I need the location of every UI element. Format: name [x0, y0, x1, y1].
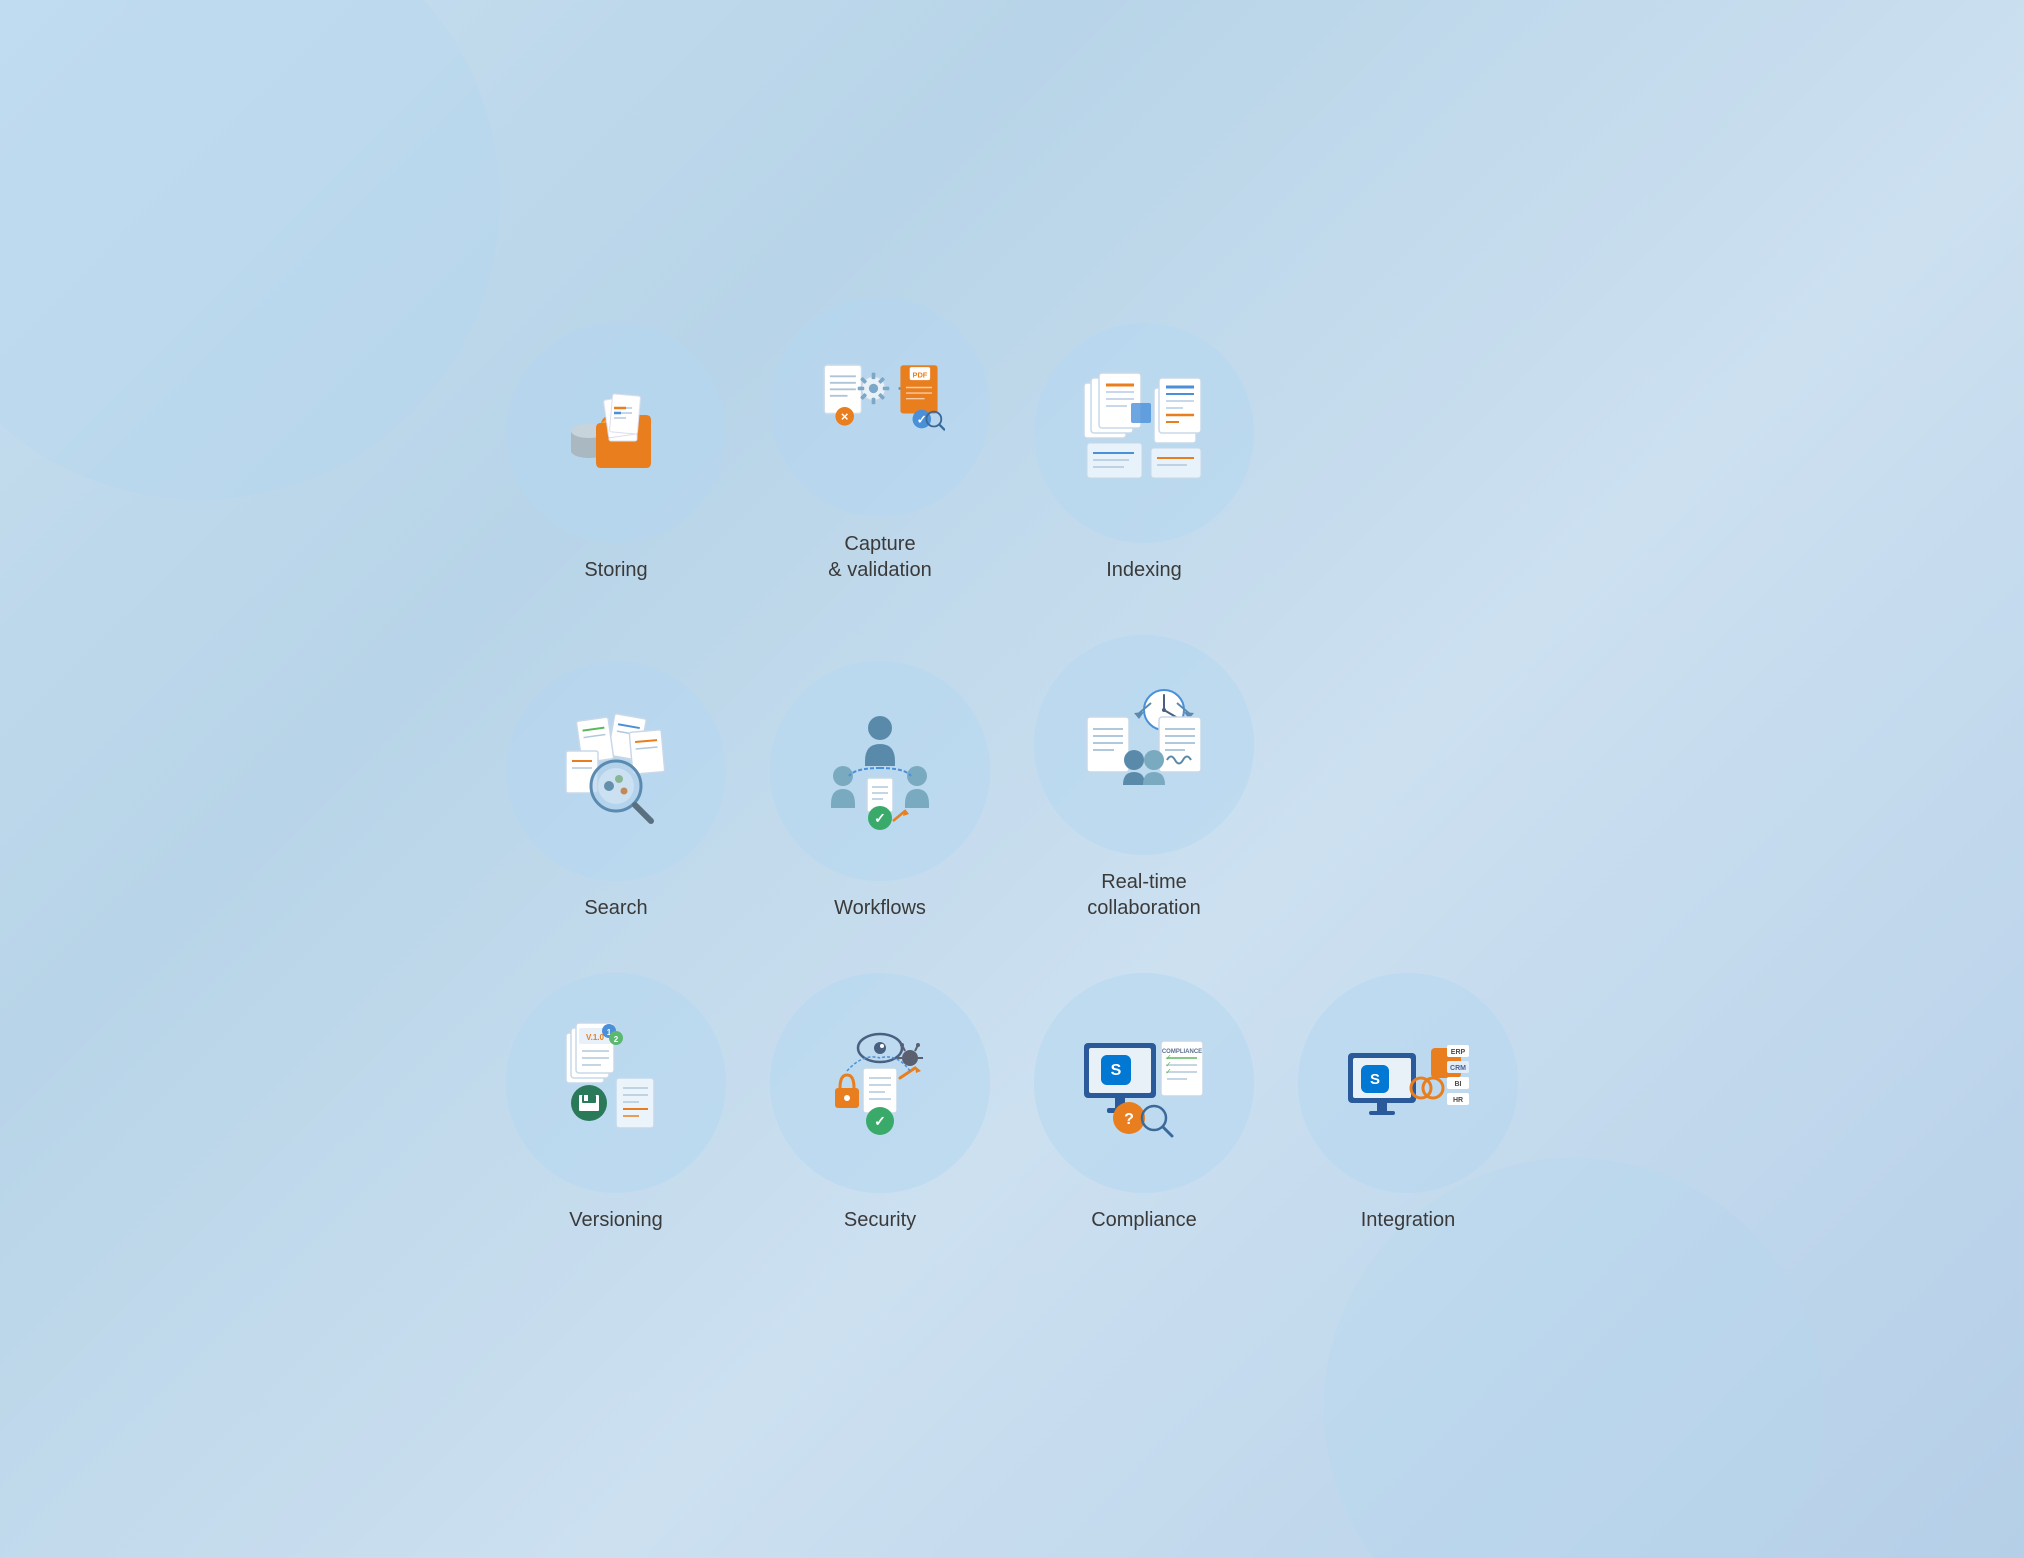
card-compliance-circle: S COMPLIANCE ✓ ✓ ✓ ? — [1034, 973, 1254, 1193]
svg-text:V.1.0: V.1.0 — [586, 1033, 604, 1042]
storing-label: Storing — [584, 557, 647, 583]
card-indexing: Indexing — [1024, 297, 1264, 611]
workflows-icon: ✓ — [815, 706, 945, 836]
indexing-label: Indexing — [1106, 557, 1182, 583]
svg-text:2: 2 — [614, 1035, 619, 1044]
svg-text:✓: ✓ — [874, 1113, 886, 1129]
svg-text:✓: ✓ — [917, 413, 927, 427]
card-storing-circle — [506, 323, 726, 543]
search-label: Search — [584, 895, 647, 921]
versioning-icon: V.1.0 1 2 — [551, 1018, 681, 1148]
feature-grid: Storing — [462, 297, 1562, 1261]
svg-text:×: × — [841, 409, 849, 424]
security-icon: ✓ — [815, 1018, 945, 1148]
capture-icon: × PDF ✓ — [815, 342, 945, 472]
card-capture-circle: × PDF ✓ — [770, 297, 990, 517]
security-label: Security — [844, 1207, 916, 1233]
svg-text:S: S — [1370, 1071, 1380, 1088]
realtime-label: Real-timecollaboration — [1087, 869, 1200, 921]
card-realtime: Real-timecollaboration — [1024, 635, 1264, 949]
indexing-icon — [1079, 368, 1209, 498]
compliance-icon: S COMPLIANCE ✓ ✓ ✓ ? — [1079, 1018, 1209, 1148]
svg-text:CRM: CRM — [1450, 1065, 1466, 1072]
svg-text:S: S — [1111, 1062, 1122, 1079]
card-workflows-circle: ✓ — [770, 661, 990, 881]
svg-text:PDF: PDF — [913, 370, 928, 379]
card-indexing-circle — [1034, 323, 1254, 543]
card-storing: Storing — [496, 297, 736, 611]
card-versioning-circle: V.1.0 1 2 — [506, 973, 726, 1193]
capture-label: Capture& validation — [828, 531, 931, 583]
card-realtime-circle — [1034, 635, 1254, 855]
workflows-label: Workflows — [834, 895, 926, 921]
svg-text:HR: HR — [1453, 1097, 1463, 1104]
card-compliance: S COMPLIANCE ✓ ✓ ✓ ? — [1024, 973, 1264, 1261]
card-security: ✓ Security — [760, 973, 1000, 1261]
svg-text:✓: ✓ — [1165, 1067, 1172, 1076]
card-workflows: ✓ Workflows — [760, 635, 1000, 949]
card-integration: S ERP CRM BI HR — [1288, 973, 1528, 1261]
card-security-circle: ✓ — [770, 973, 990, 1193]
svg-text:BI: BI — [1455, 1081, 1462, 1088]
storing-icon — [551, 368, 681, 498]
card-capture: × PDF ✓ Capture& validation — [760, 297, 1000, 611]
svg-text:?: ? — [1124, 1111, 1134, 1128]
realtime-icon — [1079, 680, 1209, 810]
svg-text:ERP: ERP — [1451, 1049, 1466, 1056]
versioning-label: Versioning — [569, 1207, 662, 1233]
card-search: Search — [496, 635, 736, 949]
search-icon-feature — [551, 706, 681, 836]
card-versioning: V.1.0 1 2 — [496, 973, 736, 1261]
integration-icon: S ERP CRM BI HR — [1343, 1018, 1473, 1148]
card-integration-circle: S ERP CRM BI HR — [1298, 973, 1518, 1193]
integration-label: Integration — [1361, 1207, 1456, 1233]
card-search-circle — [506, 661, 726, 881]
svg-text:✓: ✓ — [874, 810, 886, 826]
compliance-label: Compliance — [1091, 1207, 1197, 1233]
